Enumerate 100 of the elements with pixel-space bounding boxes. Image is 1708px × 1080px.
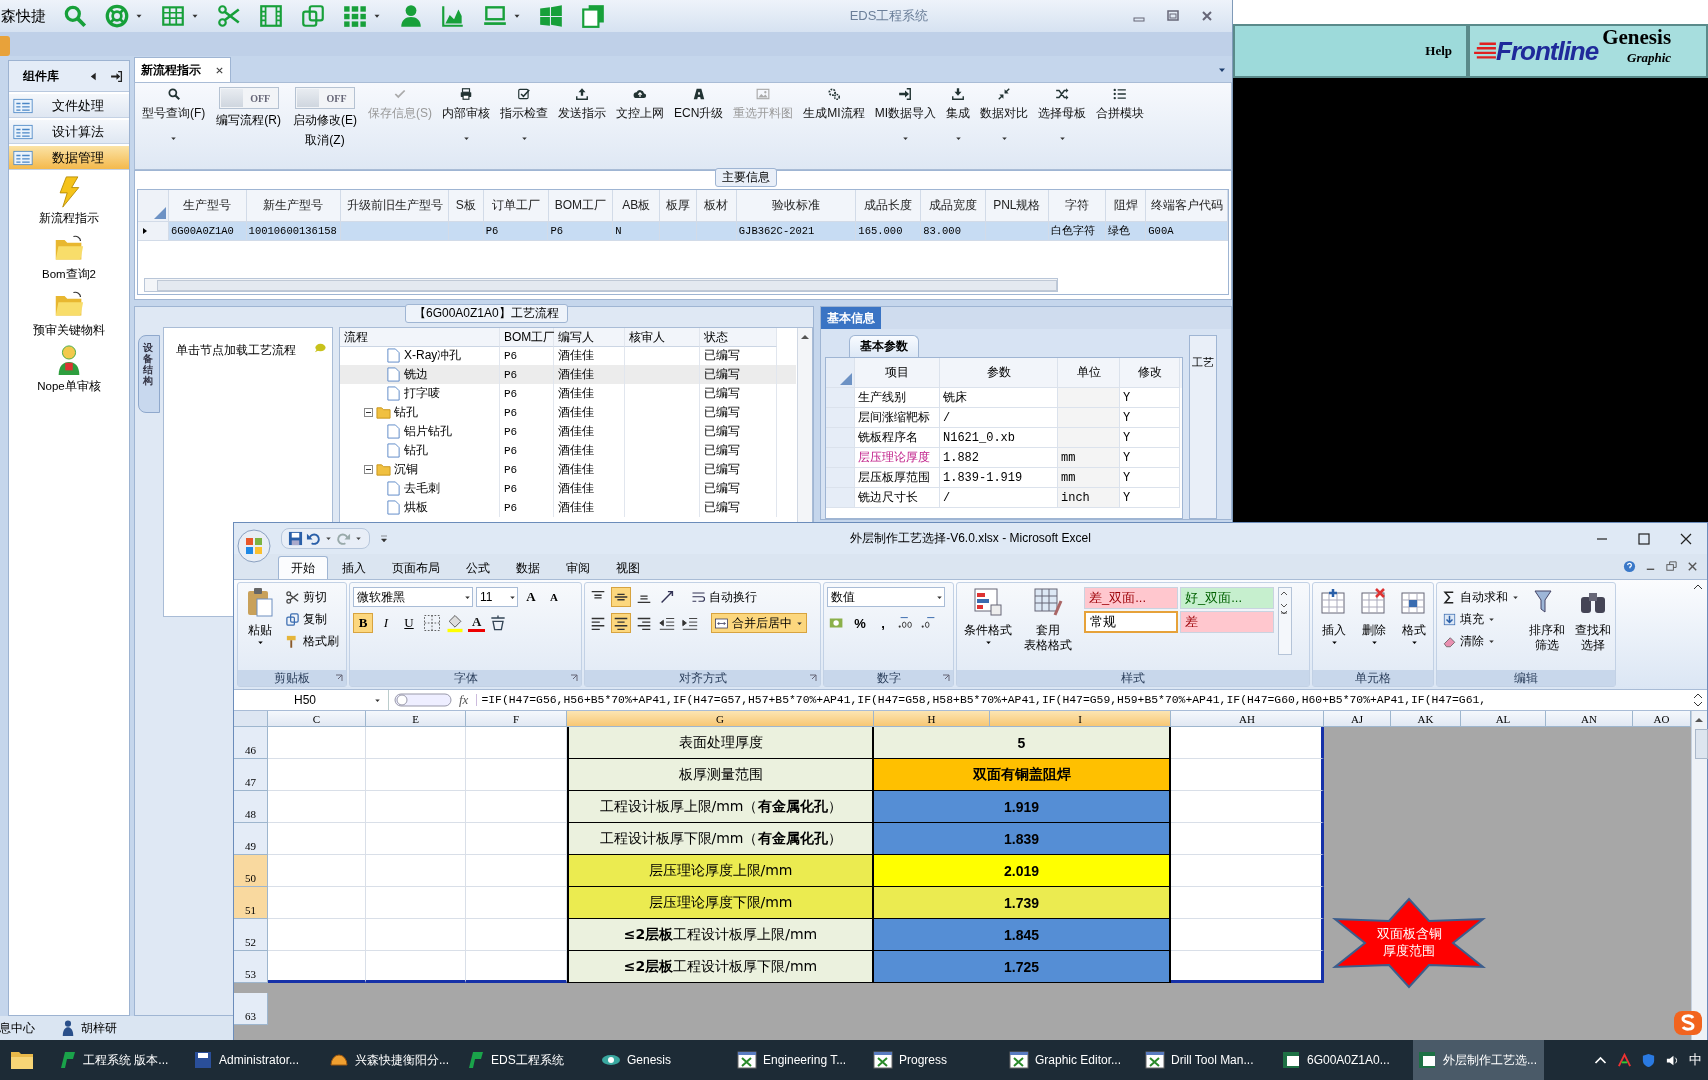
caret-icon[interactable] [461,134,471,143]
ribbon-button[interactable]: 指示检查 [497,87,551,143]
collapse-ribbon-icon[interactable] [1693,582,1703,592]
cell-style-option[interactable]: 差 [1180,611,1274,633]
ribbon-tab[interactable]: 开始 [278,556,328,579]
editing-button[interactable]: 清除 [1440,631,1522,651]
ribbon-tab[interactable]: 公式 [454,557,502,579]
percent-button[interactable]: % [850,613,870,633]
taskbar-item[interactable]: Drill Tool Man... [1141,1040,1272,1080]
caret-icon[interactable] [1329,638,1339,647]
caret-icon[interactable] [999,134,1009,143]
search-icon[interactable] [62,3,88,29]
ribbon-tab[interactable]: 插入 [330,557,378,579]
document-tab[interactable]: 新流程指示 [134,57,231,82]
taskbar-item[interactable]: 6G00A0Z1A0... [1277,1040,1408,1080]
editing-button[interactable]: 排序和 筛选 [1526,587,1568,653]
shortcut-item[interactable]: Bom查询2 [9,232,129,282]
windows-icon[interactable] [538,3,564,29]
dialog-launcher-icon[interactable] [335,674,343,682]
undo-icon[interactable] [306,531,321,546]
tree-row[interactable]: 打字唛 P6 酒佳佳 已编写 [340,384,796,403]
vertical-align-icon[interactable] [611,587,631,607]
row-header[interactable]: 63 [234,993,268,1025]
column-header[interactable]: AO [1633,711,1691,727]
number-format-dropdown[interactable]: 数值 [827,587,945,607]
tree-row[interactable]: 钻孔 P6 酒佳佳 已编写 [340,403,796,422]
caret-icon[interactable] [1369,638,1379,647]
taskbar-item[interactable]: Graphic Editor... [1005,1040,1136,1080]
taskbar-item[interactable]: Engineering T... [733,1040,864,1080]
caret-icon[interactable] [354,534,363,543]
copy-icon[interactable] [300,3,326,29]
scroll-up-icon[interactable] [800,333,810,341]
scrollbar[interactable] [1691,711,1707,1043]
ribbon-button[interactable]: 合拼模块 [1093,87,1148,122]
tree-row[interactable]: 烘板 P6 酒佳佳 已编写 [340,498,796,517]
conditional-format-button[interactable]: 条件格式 [960,587,1016,647]
maximize-icon[interactable] [1637,531,1651,546]
column-header[interactable]: AN [1546,711,1633,727]
row-header[interactable]: 51 [234,887,268,919]
caret-icon[interactable] [1409,638,1419,647]
caret-icon[interactable] [953,134,963,143]
shortcut-item[interactable]: 新流程指示 [9,176,129,226]
restore-icon[interactable] [1665,560,1678,573]
name-box[interactable]: H50 [234,690,389,710]
column-header[interactable]: 参数 [940,358,1058,388]
taskbar-item[interactable]: Administrator... [189,1040,320,1080]
sidebar-item[interactable]: 数据管理 [9,146,129,170]
folder-icon[interactable] [10,1049,34,1071]
scissors-icon[interactable] [216,3,242,29]
toggle-switch[interactable]: OFF [218,87,279,109]
fill-bucket-icon[interactable] [445,613,465,633]
tree-row[interactable]: 沉铜 P6 酒佳佳 已编写 [340,460,796,479]
editing-button[interactable]: 填充 [1440,609,1522,629]
save-icon[interactable] [288,531,303,546]
cells-button[interactable]: 格式 [1396,587,1432,647]
ribbon-button[interactable]: 型号查询(F) [139,87,209,143]
shield-icon[interactable] [1641,1052,1656,1068]
editing-button[interactable]: 自动求和 [1440,587,1522,607]
toggle-switch[interactable]: OFF [295,87,355,109]
sign-in-icon[interactable] [110,69,123,83]
size-dropdown[interactable]: 11 [476,587,518,607]
maximize-icon[interactable] [1166,9,1180,23]
ribbon-button[interactable]: 文控上网 [613,87,667,122]
taskbar-item[interactable]: Genesis [597,1040,728,1080]
ribbon-button[interactable]: 集成 [943,87,974,143]
ribbon-button[interactable]: MI数据导入 [871,87,940,143]
shortcut-item[interactable]: Nope单审核 [9,344,129,394]
ribbon-button[interactable]: 数据对比 [977,87,1032,143]
cell-style-option[interactable]: 差_双面... [1084,587,1178,609]
collapse-icon[interactable] [364,408,373,417]
horizontal-align-icon[interactable] [611,613,631,633]
dialog-launcher-icon[interactable] [809,674,817,682]
grow-font-button[interactable]: A [521,587,541,607]
help-link[interactable]: Help [1425,43,1452,59]
column-header[interactable]: C [268,711,366,727]
column-header[interactable]: AH [1171,711,1324,727]
customize-icon[interactable] [378,532,390,545]
caret-icon[interactable] [255,638,265,647]
sidebar-item[interactable]: 设计算法 [9,120,129,144]
ribbon-tab[interactable]: 数据 [504,557,552,579]
input-method-icon[interactable] [1672,1008,1704,1038]
tree-row[interactable]: 钻孔 P6 酒佳佳 已编写 [340,441,796,460]
ribbon-button[interactable]: 选择母板 [1035,87,1090,143]
caret-icon[interactable] [324,534,333,543]
film-icon[interactable] [258,3,284,29]
help-icon[interactable] [1623,560,1636,573]
scroll-up-icon[interactable] [1694,716,1704,724]
panel-tab[interactable]: 基本信息 [821,307,881,329]
table-format-button[interactable]: 套用 表格格式 [1020,587,1076,653]
caret-icon[interactable] [169,134,179,143]
font-color-button[interactable]: A [468,614,486,632]
column-header[interactable]: 修改 [1120,358,1180,388]
copy-button[interactable]: 复制 [283,609,341,629]
collapse-icon[interactable] [364,465,373,474]
dialog-launcher-icon[interactable] [570,674,578,682]
scrollbar[interactable] [797,328,812,522]
close-icon[interactable] [215,65,224,75]
area-chart-icon[interactable] [440,3,466,29]
font-style-button[interactable]: I [376,613,396,633]
formula-slider-icon[interactable] [393,692,453,708]
